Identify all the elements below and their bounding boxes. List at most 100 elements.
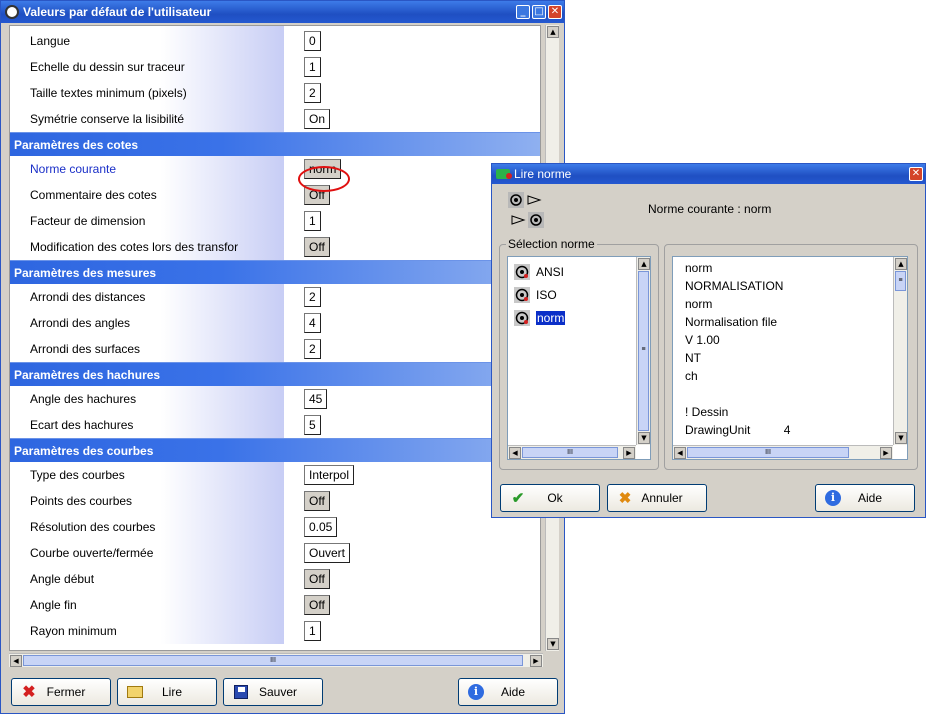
dialog-aide-button[interactable]: i Aide (815, 484, 915, 512)
file-line: ! Dessin (685, 405, 729, 419)
app-icon (5, 5, 19, 19)
scroll-up-icon[interactable]: ▲ (547, 26, 559, 38)
setting-value-button[interactable]: Ouvert (304, 543, 351, 563)
norm-scroll-up-icon[interactable]: ▲ (638, 258, 650, 270)
file-scroll-down-icon[interactable]: ▼ (895, 432, 907, 444)
hscroll-thumb[interactable]: III (23, 655, 523, 666)
norm-scroll-right-icon[interactable]: ▶ (623, 447, 635, 459)
scroll-right-icon[interactable]: ▶ (530, 655, 542, 667)
main-titlebar[interactable]: Valeurs par défaut de l'utilisateur _ □ … (1, 1, 564, 23)
setting-row: Modification des cotes lors des transfor… (10, 234, 540, 260)
setting-value-button[interactable]: Off (304, 491, 330, 511)
setting-row: Commentaire des cotes Off (10, 182, 540, 208)
setting-label: Angle début (10, 566, 284, 592)
norm-list-item[interactable]: ISO (508, 283, 650, 306)
setting-row: Langue 0 (10, 28, 540, 54)
setting-value-button[interactable]: Interpol (304, 465, 355, 485)
setting-value-cell: On (284, 106, 540, 132)
file-preview-box[interactable]: norm NORMALISATION norm Normalisation file V… (672, 256, 908, 460)
lire-button[interactable]: Lire (117, 678, 217, 706)
dialog-close-icon[interactable]: ✕ (909, 167, 923, 181)
settings-hscrollbar[interactable]: ◀ III ▶ (9, 653, 543, 667)
section-header: Paramètres des courbes (10, 438, 540, 462)
norm-gear-icon (514, 286, 530, 303)
setting-value-button[interactable]: Off (304, 595, 330, 615)
setting-value-cell: 1 (284, 54, 540, 80)
file-line: NORMALISATION (685, 279, 784, 293)
setting-label: Résolution des courbes (10, 514, 284, 540)
setting-value-button[interactable]: 2 (304, 339, 321, 359)
setting-row: Taille textes minimum (pixels) 2 (10, 80, 540, 106)
scroll-left-icon[interactable]: ◀ (10, 655, 22, 667)
setting-value-button[interactable]: 1 (304, 211, 321, 231)
sauver-label: Sauver (258, 685, 298, 699)
norm-vscroll-thumb[interactable]: ≡ (638, 271, 649, 431)
setting-value-cell: Ouvert (284, 540, 540, 566)
norm-hscroll-thumb[interactable]: III (522, 447, 618, 458)
ok-label: Ok (547, 491, 563, 505)
norm-gear-icon (514, 309, 530, 326)
lire-label: Lire (161, 685, 182, 699)
norm-list-item[interactable]: ANSI (508, 260, 650, 283)
setting-row: Norme courante norm (10, 156, 540, 182)
setting-label: Courbe ouverte/fermée (10, 540, 284, 566)
setting-value-button[interactable]: 2 (304, 83, 321, 103)
dialog-title: Lire norme (514, 167, 572, 181)
setting-value-button[interactable]: 1 (304, 621, 321, 641)
minimize-icon[interactable]: _ (516, 5, 530, 19)
setting-label: Norme courante (10, 156, 284, 182)
norm-listbox[interactable]: ANSI ISO norm ▲ ≡ ▼ ◀ III ▶ (507, 256, 651, 460)
scroll-down-icon[interactable]: ▼ (547, 638, 559, 650)
norm-list-item[interactable]: norm (508, 306, 650, 329)
lire-norme-dialog: Lire norme ✕ Norme courante : norm Sélec… (491, 163, 926, 518)
setting-label: Facteur de dimension (10, 208, 284, 234)
fermer-label: Fermer (46, 685, 86, 699)
setting-label: Commentaire des cotes (10, 182, 284, 208)
dialog-info-icon: i (824, 489, 842, 507)
dialog-titlebar[interactable]: Lire norme ✕ (492, 164, 925, 184)
file-scroll-right-icon[interactable]: ▶ (880, 447, 892, 459)
close-red-icon: ✖ (22, 684, 36, 701)
ok-button[interactable]: ✔ Ok (500, 484, 600, 512)
setting-label: Arrondi des distances (10, 284, 284, 310)
setting-value-button[interactable]: 1 (304, 57, 321, 77)
fermer-button[interactable]: ✖ Fermer (11, 678, 111, 706)
file-hscroll-thumb[interactable]: III (687, 447, 849, 458)
file-line: ch (685, 369, 698, 383)
maximize-icon[interactable]: □ (532, 5, 546, 19)
close-icon[interactable]: ✕ (548, 5, 562, 19)
setting-value-button[interactable]: 45 (304, 389, 328, 409)
setting-row: Symétrie conserve la lisibilité On (10, 106, 540, 132)
file-vscroll-thumb[interactable]: ≡ (895, 271, 906, 291)
aide-label: Aide (500, 685, 526, 699)
norm-scroll-down-icon[interactable]: ▼ (638, 432, 650, 444)
setting-value-button[interactable]: 0.05 (304, 517, 338, 537)
sauver-button[interactable]: Sauver (223, 678, 323, 706)
setting-row: Angle fin Off (10, 592, 540, 618)
setting-row: Type des courbes Interpol (10, 462, 540, 488)
file-scroll-up-icon[interactable]: ▲ (895, 258, 907, 270)
window-title: Valeurs par défaut de l'utilisateur (23, 5, 212, 19)
file-scroll-left-icon[interactable]: ◀ (674, 447, 686, 459)
setting-value-button[interactable]: Off (304, 237, 330, 257)
setting-value-button[interactable]: 4 (304, 313, 321, 333)
norm-selection-label: Sélection norme (506, 237, 597, 251)
setting-value-button[interactable]: Off (304, 569, 330, 589)
annuler-button[interactable]: ✖ Annuler (607, 484, 707, 512)
setting-value-button[interactable]: On (304, 109, 331, 129)
file-vscrollbar[interactable]: ▲ ≡ ▼ (893, 257, 907, 445)
file-hscrollbar[interactable]: ◀ III ▶ (673, 445, 893, 459)
setting-row: Arrondi des surfaces 2 (10, 336, 540, 362)
norm-hscrollbar[interactable]: ◀ III ▶ (508, 445, 636, 459)
settings-list: Langue 0 Echelle du dessin sur traceur 1 Tai… (9, 25, 541, 651)
setting-value-button[interactable]: 5 (304, 415, 321, 435)
norm-scroll-left-icon[interactable]: ◀ (509, 447, 521, 459)
setting-value-button[interactable]: 2 (304, 287, 321, 307)
setting-label: Arrondi des surfaces (10, 336, 284, 362)
aide-button[interactable]: i Aide (458, 678, 558, 706)
setting-value-button[interactable]: 0 (304, 31, 321, 51)
setting-label: Echelle du dessin sur traceur (10, 54, 284, 80)
setting-label: Arrondi des angles (10, 310, 284, 336)
norm-vscrollbar[interactable]: ▲ ≡ ▼ (636, 257, 650, 445)
setting-value-cell: Off (284, 592, 540, 618)
